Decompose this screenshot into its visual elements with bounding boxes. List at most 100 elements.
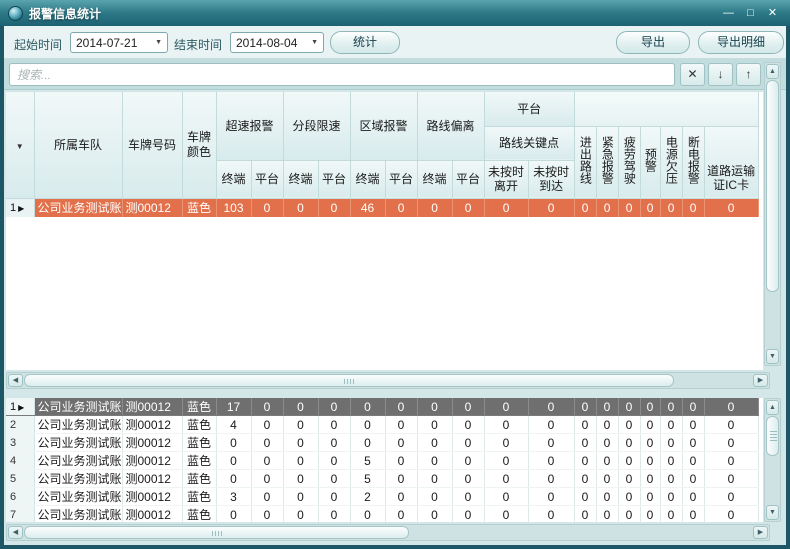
cell-fleet[interactable]: 公司业务测试账号	[34, 506, 122, 523]
cell-value[interactable]: 0	[283, 470, 318, 488]
cell-value[interactable]: 0	[596, 506, 618, 523]
cell-value[interactable]: 0	[216, 470, 251, 488]
scrollbar-thumb[interactable]	[766, 80, 779, 292]
cell-value[interactable]: 0	[251, 452, 283, 470]
cell-value[interactable]: 0	[318, 470, 350, 488]
search-prev-button[interactable]: ↑	[736, 63, 761, 86]
cell-value[interactable]: 0	[704, 198, 758, 217]
export-button[interactable]: 导出	[616, 31, 690, 54]
cell-value[interactable]: 0	[528, 398, 574, 416]
row-indicator[interactable]: 4	[6, 452, 34, 470]
cell-value[interactable]: 0	[484, 434, 528, 452]
cell-value[interactable]: 0	[452, 434, 484, 452]
cell-value[interactable]: 0	[484, 198, 528, 217]
cell-plate-color[interactable]: 蓝色	[182, 452, 216, 470]
cell-value[interactable]: 0	[484, 452, 528, 470]
cell-value[interactable]: 0	[682, 198, 704, 217]
table-row[interactable]: 7公司业务测试账号测00012蓝色00000000000000000	[6, 506, 758, 523]
scroll-up-icon[interactable]: ▲	[766, 400, 779, 415]
cell-value[interactable]: 0	[660, 488, 682, 506]
scroll-down-icon[interactable]: ▼	[766, 505, 779, 520]
cell-plate[interactable]: 测00012	[122, 470, 182, 488]
cell-value[interactable]: 0	[216, 506, 251, 523]
cell-value[interactable]: 0	[350, 398, 385, 416]
cell-value[interactable]: 0	[452, 488, 484, 506]
cell-value[interactable]: 0	[528, 198, 574, 217]
cell-value[interactable]: 0	[385, 488, 417, 506]
cell-value[interactable]: 0	[283, 506, 318, 523]
cell-value[interactable]: 0	[528, 470, 574, 488]
cell-value[interactable]: 0	[350, 434, 385, 452]
cell-value[interactable]: 0	[682, 398, 704, 416]
cell-value[interactable]: 0	[528, 416, 574, 434]
cell-value[interactable]: 0	[385, 452, 417, 470]
cell-value[interactable]: 0	[318, 198, 350, 217]
row-indicator[interactable]: 3	[6, 434, 34, 452]
row-indicator[interactable]: 7	[6, 506, 34, 523]
cell-plate-color[interactable]: 蓝色	[182, 198, 216, 217]
cell-value[interactable]: 0	[528, 488, 574, 506]
cell-value[interactable]: 103	[216, 198, 251, 217]
cell-value[interactable]: 0	[660, 470, 682, 488]
table-row[interactable]: 2公司业务测试账号测00012蓝色40000000000000000	[6, 416, 758, 434]
cell-value[interactable]: 0	[704, 398, 758, 416]
cell-value[interactable]: 0	[618, 452, 640, 470]
cell-plate-color[interactable]: 蓝色	[182, 434, 216, 452]
cell-value[interactable]: 0	[574, 470, 596, 488]
cell-value[interactable]: 0	[318, 416, 350, 434]
cell-value[interactable]: 0	[596, 398, 618, 416]
cell-value[interactable]: 0	[640, 198, 660, 217]
cell-value[interactable]: 0	[596, 488, 618, 506]
cell-plate-color[interactable]: 蓝色	[182, 398, 216, 416]
cell-fleet[interactable]: 公司业务测试账号	[34, 416, 122, 434]
cell-value[interactable]: 0	[417, 416, 452, 434]
cell-value[interactable]: 0	[484, 416, 528, 434]
cell-value[interactable]: 0	[283, 488, 318, 506]
cell-value[interactable]: 0	[704, 506, 758, 523]
cell-value[interactable]: 0	[574, 398, 596, 416]
cell-value[interactable]: 0	[484, 398, 528, 416]
cell-value[interactable]: 0	[385, 470, 417, 488]
cell-value[interactable]: 5	[350, 452, 385, 470]
cell-value[interactable]: 0	[385, 198, 417, 217]
cell-value[interactable]: 0	[618, 488, 640, 506]
cell-value[interactable]: 0	[385, 434, 417, 452]
cell-value[interactable]: 0	[417, 470, 452, 488]
cell-value[interactable]: 0	[574, 198, 596, 217]
cell-value[interactable]: 0	[417, 506, 452, 523]
cell-value[interactable]: 4	[216, 416, 251, 434]
cell-value[interactable]: 0	[318, 506, 350, 523]
cell-value[interactable]: 0	[574, 488, 596, 506]
cell-value[interactable]: 0	[251, 470, 283, 488]
cell-plate-color[interactable]: 蓝色	[182, 488, 216, 506]
bottom-horizontal-scrollbar[interactable]: ◀ ▶	[6, 524, 770, 541]
cell-value[interactable]: 0	[318, 488, 350, 506]
cell-fleet[interactable]: 公司业务测试账号	[34, 398, 122, 416]
cell-fleet[interactable]: 公司业务测试账号	[34, 434, 122, 452]
cell-value[interactable]: 0	[596, 452, 618, 470]
cell-plate[interactable]: 测00012	[122, 452, 182, 470]
scrollbar-thumb[interactable]	[24, 374, 674, 387]
cell-plate[interactable]: 测00012	[122, 416, 182, 434]
cell-value[interactable]: 0	[251, 488, 283, 506]
cell-value[interactable]: 0	[452, 198, 484, 217]
bottom-vertical-scrollbar[interactable]: ▲ ▼	[764, 398, 781, 522]
cell-value[interactable]: 0	[640, 506, 660, 523]
scrollbar-thumb[interactable]	[766, 416, 779, 456]
cell-value[interactable]: 0	[251, 434, 283, 452]
scroll-left-icon[interactable]: ◀	[8, 526, 23, 539]
search-input[interactable]	[9, 63, 675, 86]
cell-value[interactable]: 0	[283, 416, 318, 434]
cell-fleet[interactable]: 公司业务测试账号	[34, 198, 122, 217]
cell-value[interactable]: 0	[318, 434, 350, 452]
cell-value[interactable]: 0	[682, 452, 704, 470]
row-indicator[interactable]: 5	[6, 470, 34, 488]
cell-value[interactable]: 0	[640, 488, 660, 506]
cell-value[interactable]: 0	[640, 416, 660, 434]
cell-value[interactable]: 0	[417, 434, 452, 452]
cell-value[interactable]: 0	[704, 488, 758, 506]
cell-value[interactable]: 0	[660, 434, 682, 452]
cell-value[interactable]: 0	[660, 452, 682, 470]
cell-value[interactable]: 0	[216, 434, 251, 452]
cell-value[interactable]: 0	[660, 506, 682, 523]
